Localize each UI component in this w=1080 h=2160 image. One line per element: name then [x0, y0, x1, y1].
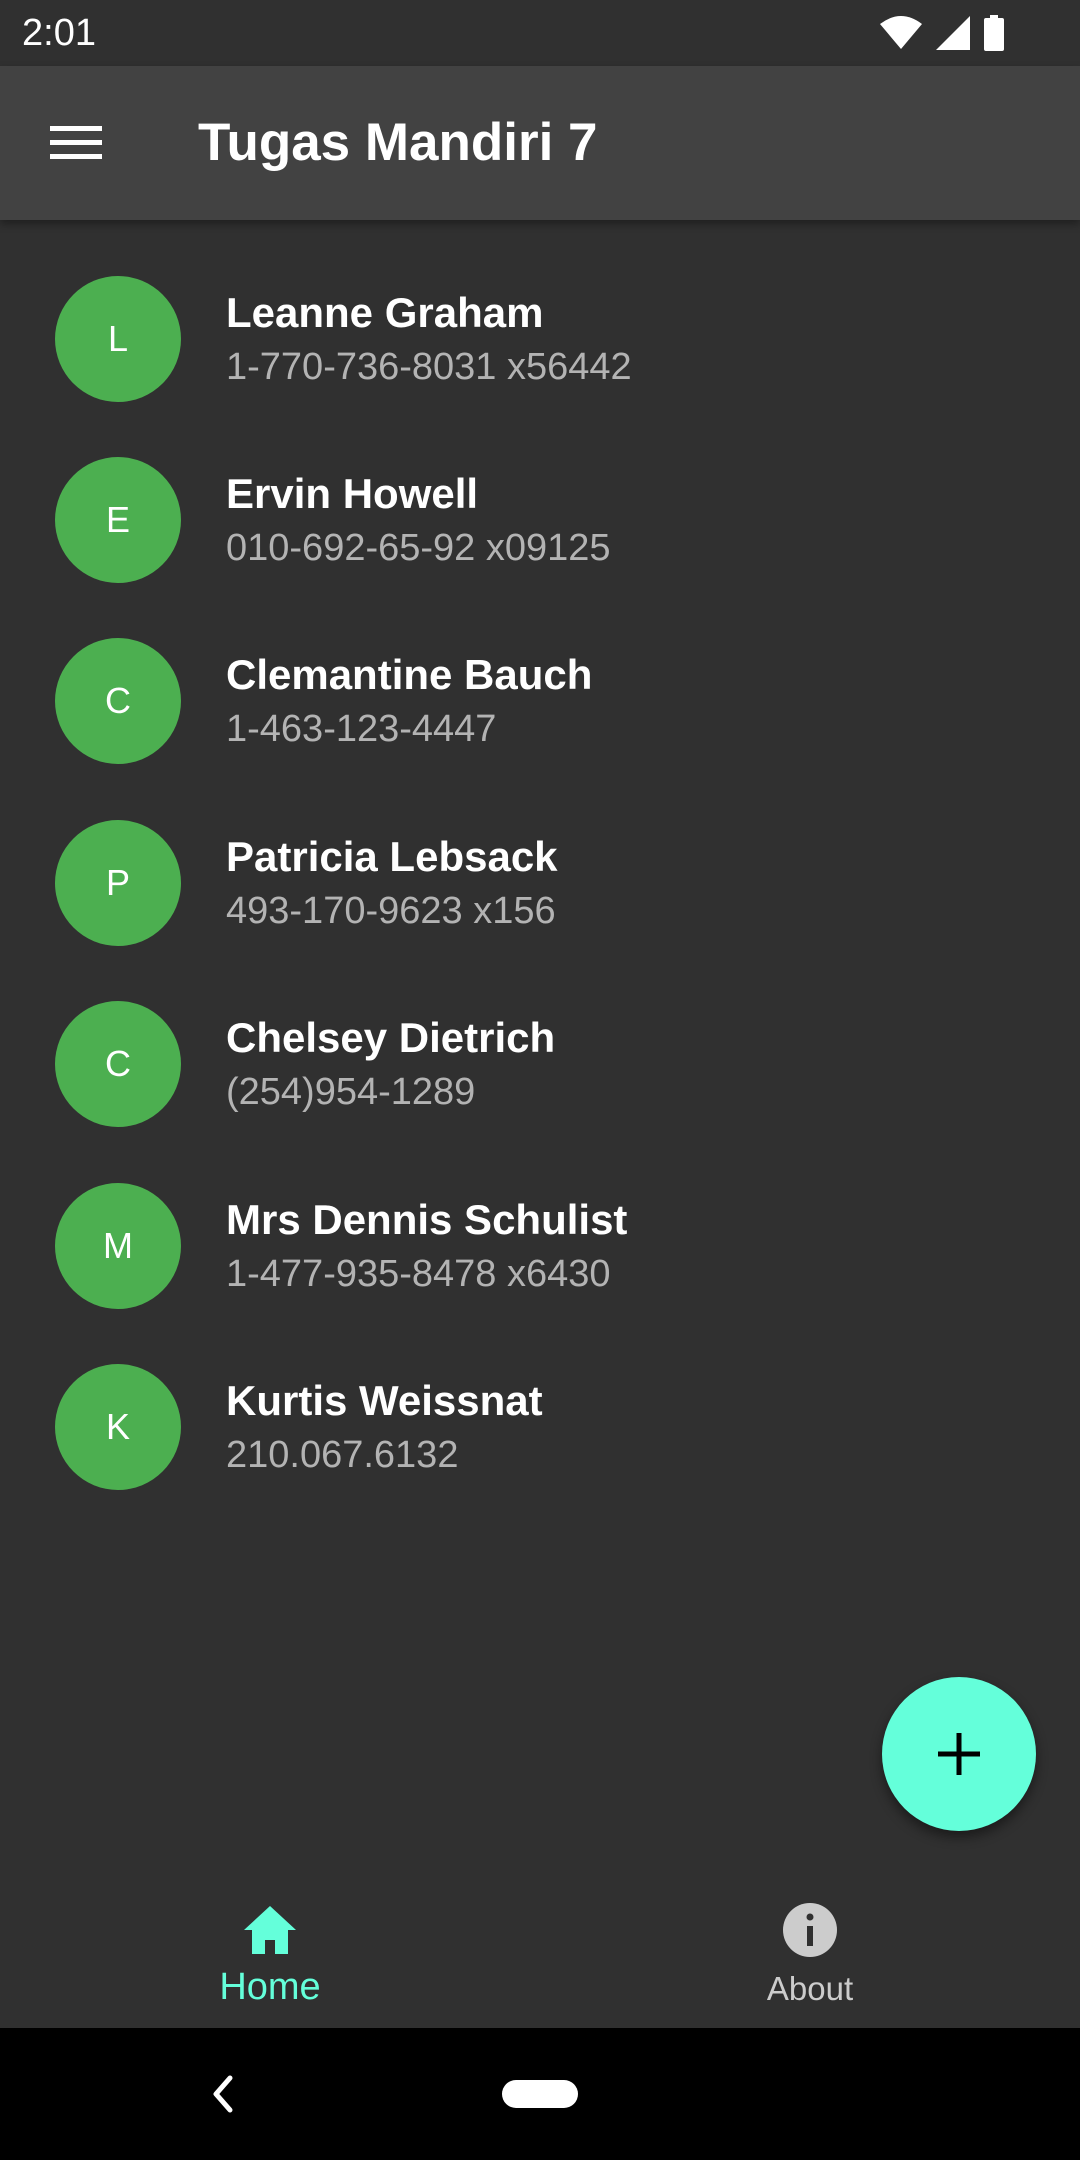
- home-icon: [244, 1906, 296, 1954]
- avatar: L: [55, 276, 181, 402]
- status-bar: 2:01: [0, 0, 1080, 66]
- contact-phone: 493-170-9623 x156: [226, 890, 556, 932]
- contact-phone: 1-463-123-4447: [226, 708, 497, 750]
- nav-item-about[interactable]: About: [540, 1870, 1080, 2028]
- battery-icon: [984, 15, 1004, 51]
- list-item[interactable]: M Mrs Dennis Schulist 1-477-935-8478 x64…: [0, 1127, 1080, 1309]
- list-item[interactable]: C Clemantine Bauch 1-463-123-4447: [0, 582, 1080, 764]
- contact-phone: 1-770-736-8031 x56442: [226, 346, 632, 388]
- contact-phone: 210.067.6132: [226, 1434, 459, 1476]
- list-item[interactable]: P Patricia Lebsack 493-170-9623 x156: [0, 764, 1080, 946]
- app-bar: Tugas Mandiri 7: [0, 66, 1080, 220]
- nav-label-home: Home: [219, 1966, 321, 2008]
- contact-phone: 010-692-65-92 x09125: [226, 527, 611, 569]
- contact-name: Leanne Graham: [226, 289, 544, 336]
- list-item[interactable]: C Chelsey Dietrich (254)954-1289: [0, 945, 1080, 1127]
- avatar: C: [55, 1001, 181, 1127]
- system-nav-bar: [0, 2028, 1080, 2160]
- cell-signal-icon: [936, 16, 970, 50]
- status-icons: [880, 14, 1004, 52]
- avatar: C: [55, 638, 181, 764]
- page-title: Tugas Mandiri 7: [198, 113, 598, 172]
- avatar: K: [55, 1364, 181, 1490]
- list-item[interactable]: L Leanne Graham 1-770-736-8031 x56442: [0, 220, 1080, 402]
- bottom-nav: Home About: [0, 1870, 1080, 2028]
- avatar: E: [55, 457, 181, 583]
- nav-label-about: About: [766, 1970, 854, 2007]
- contact-name: Chelsey Dietrich: [226, 1014, 556, 1061]
- back-icon[interactable]: [200, 2066, 242, 2122]
- home-pill-icon[interactable]: [502, 2080, 578, 2108]
- plus-icon: [938, 1733, 980, 1775]
- menu-icon: [50, 126, 102, 159]
- avatar: P: [55, 820, 181, 946]
- add-contact-button[interactable]: [882, 1677, 1036, 1831]
- contact-phone: 1-477-935-8478 x6430: [226, 1253, 611, 1295]
- wifi-icon: [880, 16, 922, 49]
- contact-name: Kurtis Weissnat: [226, 1377, 543, 1424]
- contact-name: Clemantine Bauch: [226, 651, 593, 698]
- list-item[interactable]: K Kurtis Weissnat 210.067.6132: [0, 1308, 1080, 1490]
- contact-phone: (254)954-1289: [226, 1071, 476, 1113]
- nav-item-home[interactable]: Home: [0, 1870, 540, 2028]
- avatar: M: [55, 1183, 181, 1309]
- menu-button[interactable]: [32, 99, 120, 187]
- contact-name: Mrs Dennis Schulist: [226, 1196, 628, 1243]
- contact-name: Ervin Howell: [226, 470, 479, 517]
- contact-name: Patricia Lebsack: [226, 833, 558, 880]
- list-item[interactable]: E Ervin Howell 010-692-65-92 x09125: [0, 401, 1080, 583]
- info-icon: [783, 1903, 837, 1957]
- status-time: 2:01: [22, 12, 96, 54]
